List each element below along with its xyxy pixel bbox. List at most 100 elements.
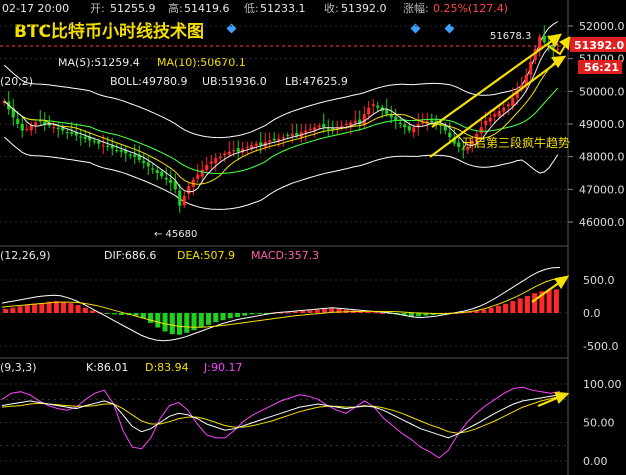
kdj-params: (9,3,3) xyxy=(0,361,37,374)
macd-histogram-bar xyxy=(379,313,385,314)
macd-histogram-bar xyxy=(517,298,523,313)
candle-body xyxy=(236,148,240,152)
candle-body xyxy=(101,145,105,147)
macd-histogram-bar xyxy=(285,312,291,314)
header-change-value: 0.25%(127.4) xyxy=(433,2,508,15)
ma10-label: MA(10):50670.1 xyxy=(157,56,246,69)
candle-body xyxy=(97,141,101,144)
macd-histogram-bar xyxy=(227,313,233,319)
macd-histogram-bar xyxy=(111,313,117,315)
candle-body xyxy=(457,142,461,147)
header-close-label: 收: xyxy=(324,1,339,15)
candle-body xyxy=(326,128,330,130)
macd-histogram-bar xyxy=(300,311,306,313)
candle-body xyxy=(16,119,20,124)
candle-body xyxy=(497,110,501,117)
macd-histogram-bar xyxy=(234,313,241,317)
candle-body xyxy=(245,146,249,148)
candle-body xyxy=(254,143,258,146)
price-axis-tick-label: 46000.0 xyxy=(579,216,625,229)
candle-body xyxy=(196,174,200,179)
candle-body xyxy=(70,132,74,134)
macd-histogram-bar xyxy=(198,313,204,328)
candle-body xyxy=(304,130,308,133)
ma5-label: MA(5):51259.4 xyxy=(58,56,140,69)
macd-histogram-bar xyxy=(510,301,516,313)
candle-body xyxy=(511,97,515,106)
macd-histogram-bar xyxy=(10,307,16,313)
boll-lb-label: LB:47625.9 xyxy=(285,75,348,88)
last-price-tag-text: 51392.0 xyxy=(574,39,624,52)
macd-histogram-bar xyxy=(177,313,183,335)
header-low-value: 51233.1 xyxy=(260,2,306,15)
macd-histogram-bar xyxy=(372,312,378,314)
candle-body xyxy=(353,120,357,123)
candle-body xyxy=(542,35,546,43)
macd-histogram-bar xyxy=(32,303,38,313)
boll-params: (20,2) xyxy=(0,75,33,88)
candle-body xyxy=(200,169,204,177)
macd-histogram-bar xyxy=(169,313,175,335)
header-datetime: 02-17 20:00 xyxy=(2,2,69,15)
macd-histogram-bar xyxy=(256,313,262,314)
candle-body xyxy=(205,164,209,171)
candle-body xyxy=(506,104,510,107)
candle-body xyxy=(430,120,434,123)
candle-body xyxy=(34,122,38,126)
candle-body xyxy=(209,161,213,164)
bull-trend-annotation: 开启第三段疯牛趋势 xyxy=(462,135,570,150)
candle-body xyxy=(25,128,29,130)
candle-body xyxy=(367,107,371,115)
candle-body xyxy=(259,142,263,146)
candle-body xyxy=(389,114,393,118)
macd-histogram-bar xyxy=(481,309,487,313)
candle-body xyxy=(272,138,276,141)
candle-body xyxy=(556,48,560,50)
candle-body xyxy=(151,168,155,170)
kdj-j-label: J:90.17 xyxy=(203,361,242,374)
boll-ub-label: UB:51936.0 xyxy=(202,75,267,88)
macd-histogram-bar xyxy=(314,309,320,313)
header-change-label: 涨幅: xyxy=(403,2,429,15)
kdj-axis-tick-label: 0.00 xyxy=(583,455,608,468)
macd-histogram-bar xyxy=(3,309,9,313)
macd-histogram-bar xyxy=(75,305,81,313)
macd-histogram-bar xyxy=(249,313,255,315)
macd-histogram-bar xyxy=(162,313,168,332)
candle-body xyxy=(286,135,290,137)
candle-body xyxy=(169,179,173,183)
candle-body xyxy=(502,107,506,112)
candle-body xyxy=(448,132,452,138)
candle-body xyxy=(317,125,321,128)
candle-body xyxy=(65,132,69,134)
macd-hist-label: MACD:357.3 xyxy=(251,249,319,262)
candle-body xyxy=(308,128,312,130)
price-axis-tick-label: 49000.0 xyxy=(579,118,625,131)
candle-body xyxy=(20,124,24,131)
macd-histogram-bar xyxy=(220,313,226,321)
macd-histogram-bar xyxy=(155,313,161,328)
header-high-value: 51419.6 xyxy=(184,2,230,15)
candle-body xyxy=(223,153,227,156)
macd-histogram-bar xyxy=(532,293,538,313)
candle-body xyxy=(412,127,416,133)
boll-mid-label: BOLL:49780.9 xyxy=(110,75,187,88)
macd-histogram-bar xyxy=(503,303,509,313)
macd-histogram-bar xyxy=(524,295,530,313)
macd-params: (12,26,9) xyxy=(0,249,51,262)
low-price-marker: ← 45680 xyxy=(154,229,197,240)
kdj-legend: (9,3,3) K:86.01 D:83.94 J:90.17 xyxy=(0,361,242,374)
candle-body xyxy=(115,150,119,152)
candle-body xyxy=(227,151,231,155)
kdj-axis-tick-label: 100.00 xyxy=(583,378,622,391)
macd-histogram-bar xyxy=(242,313,248,316)
candle-body xyxy=(178,190,182,206)
candle-body xyxy=(119,150,123,152)
macd-axis-tick-label: 0.0 xyxy=(583,307,601,320)
chart-title: BTC比特币小时线技术图 xyxy=(14,21,204,42)
candle-body xyxy=(155,170,159,173)
macd-axis-tick-label: -500.0 xyxy=(583,340,618,353)
candle-body xyxy=(218,156,222,159)
candle-body xyxy=(133,154,137,157)
macd-histogram-bar xyxy=(495,305,501,313)
